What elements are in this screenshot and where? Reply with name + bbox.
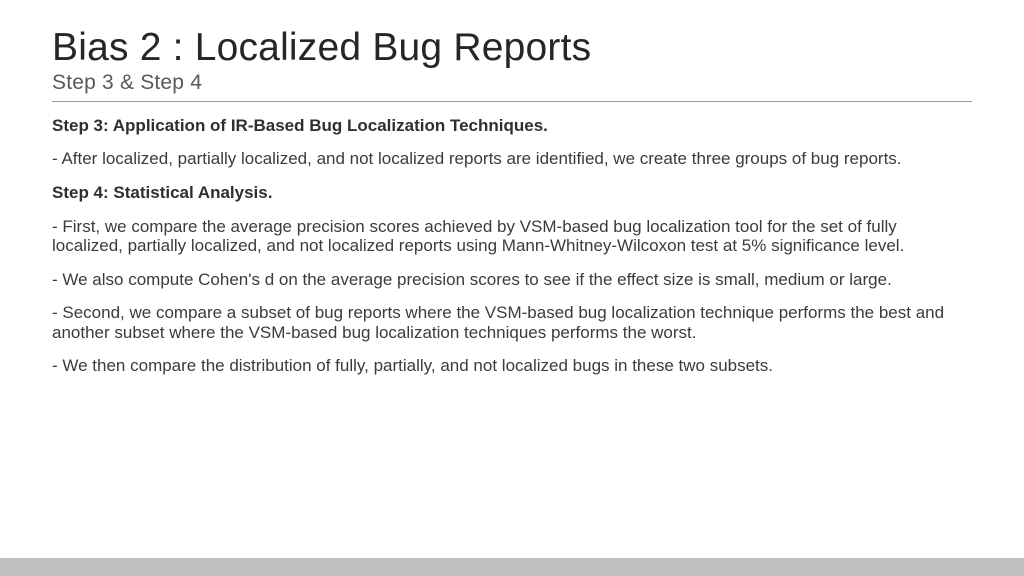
footer-bar — [0, 558, 1024, 576]
step3-paragraph-1: - After localized, partially localized, … — [52, 149, 972, 169]
step4-heading: Step 4: Statistical Analysis. — [52, 183, 972, 203]
step4-paragraph-2: - We also compute Cohen's d on the avera… — [52, 270, 972, 290]
step4-paragraph-3: - Second, we compare a subset of bug rep… — [52, 303, 972, 342]
slide-title: Bias 2 : Localized Bug Reports — [52, 28, 972, 69]
step3-heading: Step 3: Application of IR-Based Bug Loca… — [52, 116, 972, 136]
slide: Bias 2 : Localized Bug Reports Step 3 & … — [0, 0, 1024, 576]
slide-body: Step 3: Application of IR-Based Bug Loca… — [52, 116, 972, 376]
step4-paragraph-1: - First, we compare the average precisio… — [52, 217, 972, 256]
step4-paragraph-4: - We then compare the distribution of fu… — [52, 356, 972, 376]
slide-subtitle: Step 3 & Step 4 — [52, 71, 972, 102]
